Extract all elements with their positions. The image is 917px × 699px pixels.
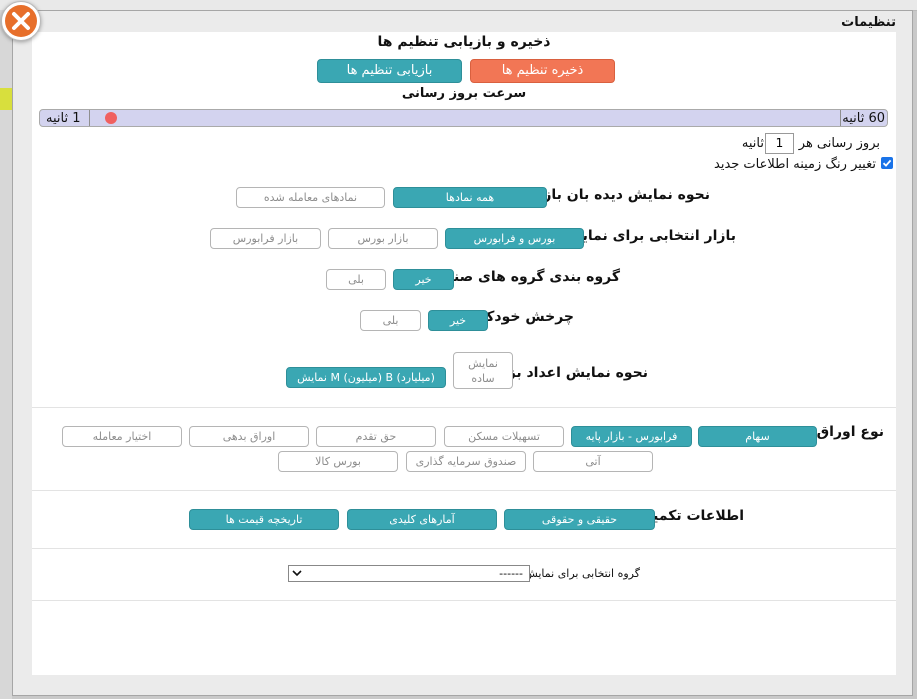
group-select-value: ------ (499, 567, 523, 580)
market-farabourse-button[interactable]: بازار فرابورس (210, 228, 321, 249)
group-select-dropdown[interactable]: ------ (288, 565, 530, 582)
simple-line-2: ساده (471, 372, 495, 385)
auto-rotate-yes-button[interactable]: بلی (360, 310, 421, 331)
industry-group-no-button[interactable]: خیر (393, 269, 454, 290)
auto-rotate-no-button[interactable]: خیر (428, 310, 488, 331)
industry-group-yes-button[interactable]: بلی (326, 269, 386, 290)
separator (32, 548, 896, 549)
market-label: بازار انتخابی برای نمایش (562, 228, 736, 244)
watch-all-symbols-button[interactable]: همه نمادها (393, 187, 547, 208)
refresh-interval-input[interactable]: 1 (765, 133, 794, 154)
refresh-speed-slider[interactable]: 60 ثانیه 1 ثانیه (39, 109, 888, 127)
big-numbers-mb-button[interactable]: نمایش M (میلیون) B (میلیارد) (286, 367, 446, 388)
securities-futures-button[interactable]: آتی (533, 451, 653, 472)
bg-change-label: تغییر رنگ زمینه اطلاعات جدید (714, 157, 876, 172)
save-section-heading: ذخیره و بازیابی تنظیم ها (377, 34, 551, 50)
securities-label: نوع اوراق (816, 424, 884, 440)
watch-traded-symbols-button[interactable]: نمادهای معامله شده (236, 187, 385, 208)
big-numbers-simple-button[interactable]: نمایش ساده (453, 352, 513, 389)
simple-line-1: نمایش (468, 357, 498, 370)
watch-mode-label: نحوه نمایش دیده بان بازار؟ (522, 187, 710, 203)
restore-settings-button[interactable]: بازیابی تنظیم ها (317, 59, 462, 83)
auto-rotate-label: چرخش خودکار (472, 309, 574, 325)
market-both-button[interactable]: بورس و فرابورس (445, 228, 584, 249)
slider-min-tick (89, 110, 90, 126)
securities-rights-button[interactable]: حق تقدم (316, 426, 436, 447)
bg-change-checkbox[interactable] (881, 157, 893, 169)
industry-group-label: گروه بندی گروه های صنعت (431, 269, 620, 285)
refresh-every-label: بروز رسانی هر (798, 136, 880, 151)
settings-dialog: تنظیمات ذخیره و بازیابی تنظیم ها ذخیره ت… (12, 10, 913, 696)
close-button[interactable] (1, 1, 41, 41)
background-highlight (0, 88, 12, 110)
slider-max-label: 60 ثانیه (842, 111, 885, 126)
separator (32, 407, 896, 408)
refresh-seconds-label: ثانیه (741, 136, 764, 151)
group-select-label: گروه انتخابی برای نمایش (524, 567, 640, 580)
chevron-down-icon (292, 570, 302, 577)
securities-bonds-button[interactable]: اوراق بدهی (189, 426, 309, 447)
refresh-speed-heading: سرعت بروز رسانی (401, 86, 527, 101)
extra-key-stats-button[interactable]: آمارهای کلیدی (347, 509, 497, 530)
securities-commodity-button[interactable]: بورس کالا (278, 451, 398, 472)
securities-base-market-button[interactable]: فرابورس - بازار پایه (571, 426, 692, 447)
separator (32, 490, 896, 491)
securities-housing-button[interactable]: تسهیلات مسکن (444, 426, 564, 447)
extra-legal-natural-button[interactable]: حقیقی و حقوقی (504, 509, 655, 530)
market-bourse-button[interactable]: بازار بورس (328, 228, 438, 249)
settings-content: ذخیره و بازیابی تنظیم ها ذخیره تنظیم ها … (32, 32, 896, 675)
background-page-left (0, 10, 12, 699)
close-x-icon (5, 5, 37, 37)
securities-options-button[interactable]: اختیار معامله (62, 426, 182, 447)
separator (32, 600, 896, 601)
securities-funds-button[interactable]: صندوق سرمایه گذاری (406, 451, 526, 472)
extra-price-history-button[interactable]: تاریخچه قیمت ها (189, 509, 339, 530)
slider-min-label: 1 ثانیه (46, 111, 81, 126)
securities-stocks-button[interactable]: سهام (698, 426, 817, 447)
dialog-header: تنظیمات (13, 11, 912, 32)
save-settings-button[interactable]: ذخیره تنظیم ها (470, 59, 615, 83)
dialog-title: تنظیمات (841, 15, 896, 30)
slider-handle[interactable] (105, 112, 117, 124)
slider-max-tick (840, 110, 841, 126)
